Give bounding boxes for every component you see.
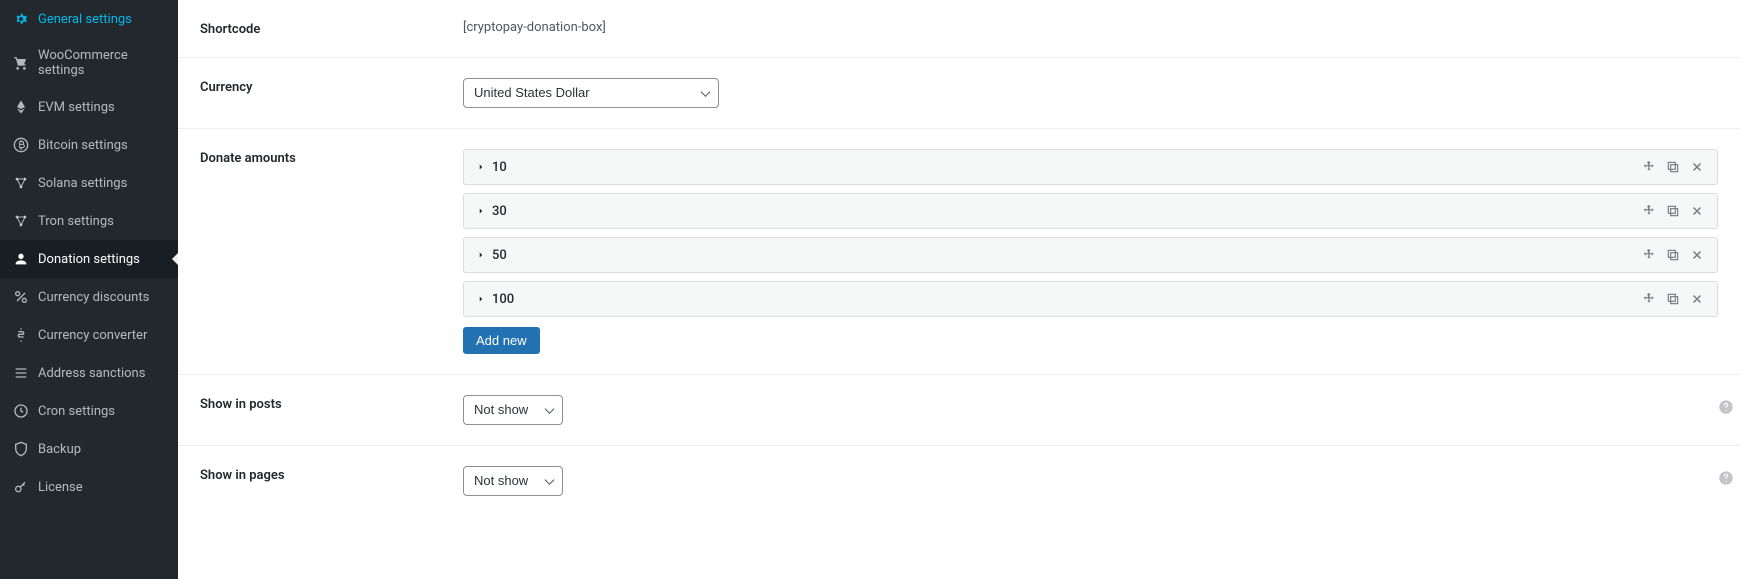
sidebar-item-sanctions[interactable]: Address sanctions xyxy=(0,354,178,392)
donate-amount-item[interactable]: 100 xyxy=(463,281,1718,317)
chevron-right-icon xyxy=(476,162,486,172)
sidebar-item-converter[interactable]: Currency converter xyxy=(0,316,178,354)
field-label: Shortcode xyxy=(200,22,260,37)
sidebar-item-label: WooCommerce settings xyxy=(38,48,166,78)
sidebar-item-label: General settings xyxy=(38,12,166,27)
key-icon xyxy=(12,478,30,496)
sidebar-item-license[interactable]: License xyxy=(0,468,178,506)
sidebar-item-label: Currency discounts xyxy=(38,290,166,305)
chevron-right-icon xyxy=(476,294,486,304)
network-icon xyxy=(12,174,30,192)
field-row-currency: Currency United States Dollar xyxy=(178,58,1740,129)
network-icon xyxy=(12,212,30,230)
chevron-right-icon xyxy=(476,206,486,216)
dollar-icon xyxy=(12,326,30,344)
sidebar-item-label: EVM settings xyxy=(38,100,166,115)
field-label: Show in posts xyxy=(200,397,282,412)
sidebar-item-discounts[interactable]: Currency discounts xyxy=(0,278,178,316)
sidebar-item-label: Currency converter xyxy=(38,328,166,343)
settings-form: Shortcode [cryptopay-donation-box] Curre… xyxy=(178,0,1740,579)
sidebar-item-cron[interactable]: Cron settings xyxy=(0,392,178,430)
shortcode-value: [cryptopay-donation-box] xyxy=(463,20,606,35)
list-icon xyxy=(12,364,30,382)
sidebar-item-label: Address sanctions xyxy=(38,366,166,381)
sidebar-item-label: Cron settings xyxy=(38,404,166,419)
amount-value: 50 xyxy=(492,248,507,263)
sidebar-item-label: Solana settings xyxy=(38,176,166,191)
gear-icon xyxy=(12,10,30,28)
move-icon[interactable] xyxy=(1641,247,1657,263)
field-row-shortcode: Shortcode [cryptopay-donation-box] xyxy=(178,0,1740,58)
field-row-show-in-pages: Show in pages Not show xyxy=(178,446,1740,516)
donate-icon xyxy=(12,250,30,268)
move-icon[interactable] xyxy=(1641,159,1657,175)
sidebar-item-label: License xyxy=(38,480,166,495)
settings-sidebar: General settings WooCommerce settings EV… xyxy=(0,0,178,579)
remove-icon[interactable] xyxy=(1689,247,1705,263)
field-row-show-in-posts: Show in posts Not show xyxy=(178,375,1740,446)
cart-icon xyxy=(12,54,30,72)
move-icon[interactable] xyxy=(1641,203,1657,219)
donate-amount-list: 10 30 xyxy=(463,149,1718,317)
sidebar-item-tron[interactable]: Tron settings xyxy=(0,202,178,240)
sidebar-item-general[interactable]: General settings xyxy=(0,0,178,38)
sidebar-item-solana[interactable]: Solana settings xyxy=(0,164,178,202)
donate-amount-item[interactable]: 30 xyxy=(463,193,1718,229)
sidebar-item-bitcoin[interactable]: Bitcoin settings xyxy=(0,126,178,164)
donate-amount-item[interactable]: 10 xyxy=(463,149,1718,185)
duplicate-icon[interactable] xyxy=(1665,291,1681,307)
shield-icon xyxy=(12,440,30,458)
field-label: Currency xyxy=(200,80,252,95)
amount-value: 30 xyxy=(492,204,507,219)
move-icon[interactable] xyxy=(1641,291,1657,307)
currency-select[interactable]: United States Dollar xyxy=(463,78,719,108)
sidebar-item-label: Tron settings xyxy=(38,214,166,229)
sidebar-item-donation[interactable]: Donation settings xyxy=(0,240,178,278)
sidebar-item-label: Donation settings xyxy=(38,252,166,267)
sidebar-item-woocommerce[interactable]: WooCommerce settings xyxy=(0,38,178,88)
bitcoin-icon xyxy=(12,136,30,154)
duplicate-icon[interactable] xyxy=(1665,159,1681,175)
chevron-right-icon xyxy=(476,250,486,260)
show-in-posts-select[interactable]: Not show xyxy=(463,395,563,425)
amount-value: 100 xyxy=(492,292,514,307)
add-new-button[interactable]: Add new xyxy=(463,327,540,354)
remove-icon[interactable] xyxy=(1689,159,1705,175)
sidebar-item-label: Backup xyxy=(38,442,166,457)
amount-value: 10 xyxy=(492,160,507,175)
donate-amount-item[interactable]: 50 xyxy=(463,237,1718,273)
show-in-pages-select[interactable]: Not show xyxy=(463,466,563,496)
sidebar-item-evm[interactable]: EVM settings xyxy=(0,88,178,126)
help-icon[interactable] xyxy=(1718,399,1734,415)
help-icon[interactable] xyxy=(1718,470,1734,486)
clock-icon xyxy=(12,402,30,420)
remove-icon[interactable] xyxy=(1689,291,1705,307)
field-row-donate-amounts: Donate amounts 10 xyxy=(178,129,1740,375)
eth-icon xyxy=(12,98,30,116)
duplicate-icon[interactable] xyxy=(1665,247,1681,263)
field-label: Show in pages xyxy=(200,468,285,483)
duplicate-icon[interactable] xyxy=(1665,203,1681,219)
sidebar-item-backup[interactable]: Backup xyxy=(0,430,178,468)
percent-icon xyxy=(12,288,30,306)
field-label: Donate amounts xyxy=(200,151,296,166)
remove-icon[interactable] xyxy=(1689,203,1705,219)
sidebar-item-label: Bitcoin settings xyxy=(38,138,166,153)
